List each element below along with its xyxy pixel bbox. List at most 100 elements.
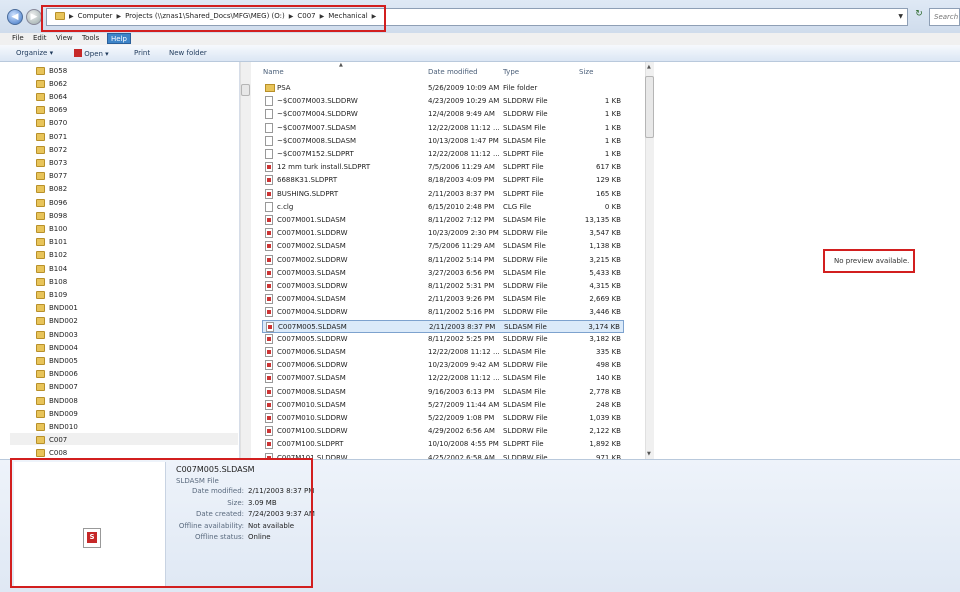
file-row[interactable]: C007M007.SLDASM 12/22/2008 11:12 ... SLDAS… — [262, 372, 624, 385]
folder-icon — [36, 238, 45, 247]
solidworks-file-icon — [265, 267, 273, 278]
file-row[interactable]: ~$C007M003.SLDDRW 4/23/2009 10:29 AM SLDDR… — [262, 95, 624, 108]
file-row[interactable]: 6688K31.SLDPRT 8/18/2003 4:09 PM SLDPRT Fi… — [262, 174, 624, 187]
nav-folder-item[interactable]: B101 — [36, 236, 67, 249]
search-input[interactable]: Search — [929, 8, 960, 26]
file-row[interactable]: C007M010.SLDASM 5/27/2009 11:44 AM SLDASM … — [262, 399, 624, 412]
nav-folder-item[interactable]: B104 — [36, 262, 67, 275]
file-name: c.clg — [277, 202, 294, 211]
back-button[interactable]: ◀ — [7, 9, 23, 25]
chevron-down-icon[interactable]: ▼ — [898, 13, 903, 20]
file-row[interactable]: ~$C007M152.SLDPRT 12/22/2008 11:12 ... SLD… — [262, 148, 624, 161]
column-header-size[interactable]: Size — [579, 68, 593, 76]
nav-folder-item[interactable]: B108 — [36, 275, 67, 288]
file-row[interactable]: C007M008.SLDASM 9/16/2003 6:13 PM SLDASM F… — [262, 386, 624, 399]
file-row[interactable]: ~$C007M004.SLDDRW 12/4/2008 9:49 AM SLDDRW… — [262, 108, 624, 121]
file-row[interactable]: BUSHING.SLDPRT 2/11/2003 8:37 PM SLDPRT Fi… — [262, 188, 624, 201]
forward-button[interactable]: ▶ — [26, 9, 42, 25]
file-row[interactable]: C007M100.SLDPRT 10/10/2008 4:55 PM SLDPRT … — [262, 438, 624, 451]
print-button[interactable]: Print — [134, 49, 150, 57]
file-type: SLDASM File — [503, 216, 546, 224]
open-button[interactable]: Open ▾ — [74, 49, 109, 58]
menu-help[interactable]: Help — [107, 33, 131, 44]
file-size: 3,182 KB — [589, 334, 621, 343]
file-row[interactable]: C007M003.SLDDRW 8/11/2002 5:31 PM SLDDRW F… — [262, 280, 624, 293]
file-row[interactable]: c.clg 6/15/2010 2:48 PM CLG File 0 KB — [262, 201, 624, 214]
menu-file[interactable]: File — [12, 34, 24, 42]
file-name: C007M008.SLDASM — [277, 387, 346, 396]
folder-icon — [36, 396, 45, 405]
file-row[interactable]: C007M005.SLDASM 2/11/2003 8:37 PM SLDASM F… — [262, 319, 624, 333]
file-row[interactable]: C007M010.SLDDRW 5/22/2009 1:08 PM SLDDRW F… — [262, 412, 624, 425]
menu-edit[interactable]: Edit — [33, 34, 47, 42]
nav-folder-item[interactable]: B064 — [36, 90, 67, 103]
nav-folder-item[interactable]: BND009 — [36, 407, 78, 420]
nav-folder-label: B069 — [49, 106, 68, 115]
file-row[interactable]: C007M100.SLDDRW 4/29/2002 6:56 AM SLDDRW F… — [262, 425, 624, 438]
file-row[interactable]: C007M006.SLDDRW 10/23/2009 9:42 AM SLDDRW … — [262, 359, 624, 372]
file-row[interactable]: C007M006.SLDASM 12/22/2008 11:12 ... SLDAS… — [262, 346, 624, 359]
nav-folder-label: BND007 — [49, 383, 78, 392]
nav-folder-item[interactable]: B058 — [36, 64, 67, 77]
scroll-down-icon[interactable]: ▼ — [647, 451, 651, 457]
nav-scrollbar-thumb[interactable] — [241, 84, 250, 96]
file-row[interactable]: PSA 5/26/2009 10:09 AM File folder — [262, 82, 624, 95]
menu-tools[interactable]: Tools — [82, 34, 99, 42]
nav-folder-item[interactable]: B062 — [36, 77, 67, 90]
nav-folder-item[interactable]: BND002 — [36, 315, 78, 328]
file-date: 4/29/2002 6:56 AM — [428, 427, 495, 436]
file-date: 8/11/2002 5:16 PM — [428, 308, 495, 317]
file-row[interactable]: C007M004.SLDDRW 8/11/2002 5:16 PM SLDDRW F… — [262, 306, 624, 319]
file-row[interactable]: C007M001.SLDASM 8/11/2002 7:12 PM SLDASM F… — [262, 214, 624, 227]
folder-icon — [36, 198, 45, 207]
nav-folder-item[interactable]: B102 — [36, 249, 67, 262]
nav-folder-item[interactable]: B100 — [36, 222, 67, 235]
file-row[interactable]: C007M002.SLDASM 7/5/2006 11:29 AM SLDASM F… — [262, 240, 624, 253]
nav-folder-item[interactable]: B077 — [36, 170, 67, 183]
nav-folder-item[interactable]: B096 — [36, 196, 67, 209]
file-row[interactable]: ~$C007M008.SLDASM 10/13/2008 1:47 PM SLDAS… — [262, 135, 624, 148]
file-row[interactable]: C007M002.SLDDRW 8/11/2002 5:14 PM SLDDRW F… — [262, 254, 624, 267]
file-row[interactable]: 12 mm turk install.SLDPRT 7/5/2006 11:29 … — [262, 161, 624, 174]
nav-folder-item[interactable]: B109 — [36, 288, 67, 301]
file-row[interactable]: C007M003.SLDASM 3/27/2003 6:56 PM SLDASM F… — [262, 267, 624, 280]
file-row[interactable]: C007M005.SLDDRW 8/11/2002 5:25 PM SLDDRW F… — [262, 333, 624, 346]
file-size: 5,433 KB — [589, 268, 621, 277]
nav-folder-item[interactable]: C007 — [36, 434, 67, 447]
nav-folder-item[interactable]: B070 — [36, 117, 67, 130]
nav-folder-item[interactable]: BND003 — [36, 328, 78, 341]
column-header-name[interactable]: Name — [263, 68, 284, 76]
solidworks-file-icon — [266, 321, 274, 332]
file-size: 3,547 KB — [589, 229, 621, 238]
column-header-type[interactable]: Type — [503, 68, 519, 76]
nav-scrollbar[interactable] — [240, 62, 251, 459]
nav-folder-item[interactable]: BND007 — [36, 381, 78, 394]
navigation-pane: B058 B062 B064 B069 B070 B071 B072 B073 B077 B082… — [0, 62, 240, 459]
file-row[interactable]: ~$C007M007.SLDASM 12/22/2008 11:12 ... SLD… — [262, 122, 624, 135]
file-size: 248 KB — [596, 400, 621, 409]
menu-view[interactable]: View — [56, 34, 73, 42]
nav-folder-item[interactable]: B071 — [36, 130, 67, 143]
nav-folder-item[interactable]: BND006 — [36, 368, 78, 381]
file-row[interactable]: C007M004.SLDASM 2/11/2003 9:26 PM SLDASM F… — [262, 293, 624, 306]
scroll-up-icon[interactable]: ▲ — [647, 64, 651, 70]
nav-folder-item[interactable]: BND004 — [36, 341, 78, 354]
file-icon — [265, 122, 273, 133]
nav-folder-item[interactable]: BND010 — [36, 420, 78, 433]
nav-folder-item[interactable]: B082 — [36, 183, 67, 196]
refresh-icon[interactable]: ↻ — [912, 9, 926, 25]
nav-folder-item[interactable]: BND005 — [36, 354, 78, 367]
nav-folder-item[interactable]: B098 — [36, 209, 67, 222]
file-size: 1,138 KB — [589, 242, 621, 251]
file-name: ~$C007M008.SLDASM — [277, 136, 357, 145]
column-header-date[interactable]: Date modified — [428, 68, 478, 76]
new-folder-button[interactable]: New folder — [169, 49, 207, 57]
file-list-scrollbar-thumb[interactable] — [645, 76, 654, 138]
nav-folder-item[interactable]: BND001 — [36, 302, 78, 315]
file-row[interactable]: C007M001.SLDDRW 10/23/2009 2:30 PM SLDDRW … — [262, 227, 624, 240]
organize-button[interactable]: Organize ▾ — [16, 49, 53, 57]
nav-folder-item[interactable]: B069 — [36, 104, 67, 117]
nav-folder-item[interactable]: B072 — [36, 143, 67, 156]
nav-folder-item[interactable]: B073 — [36, 156, 67, 169]
nav-folder-item[interactable]: BND008 — [36, 394, 78, 407]
